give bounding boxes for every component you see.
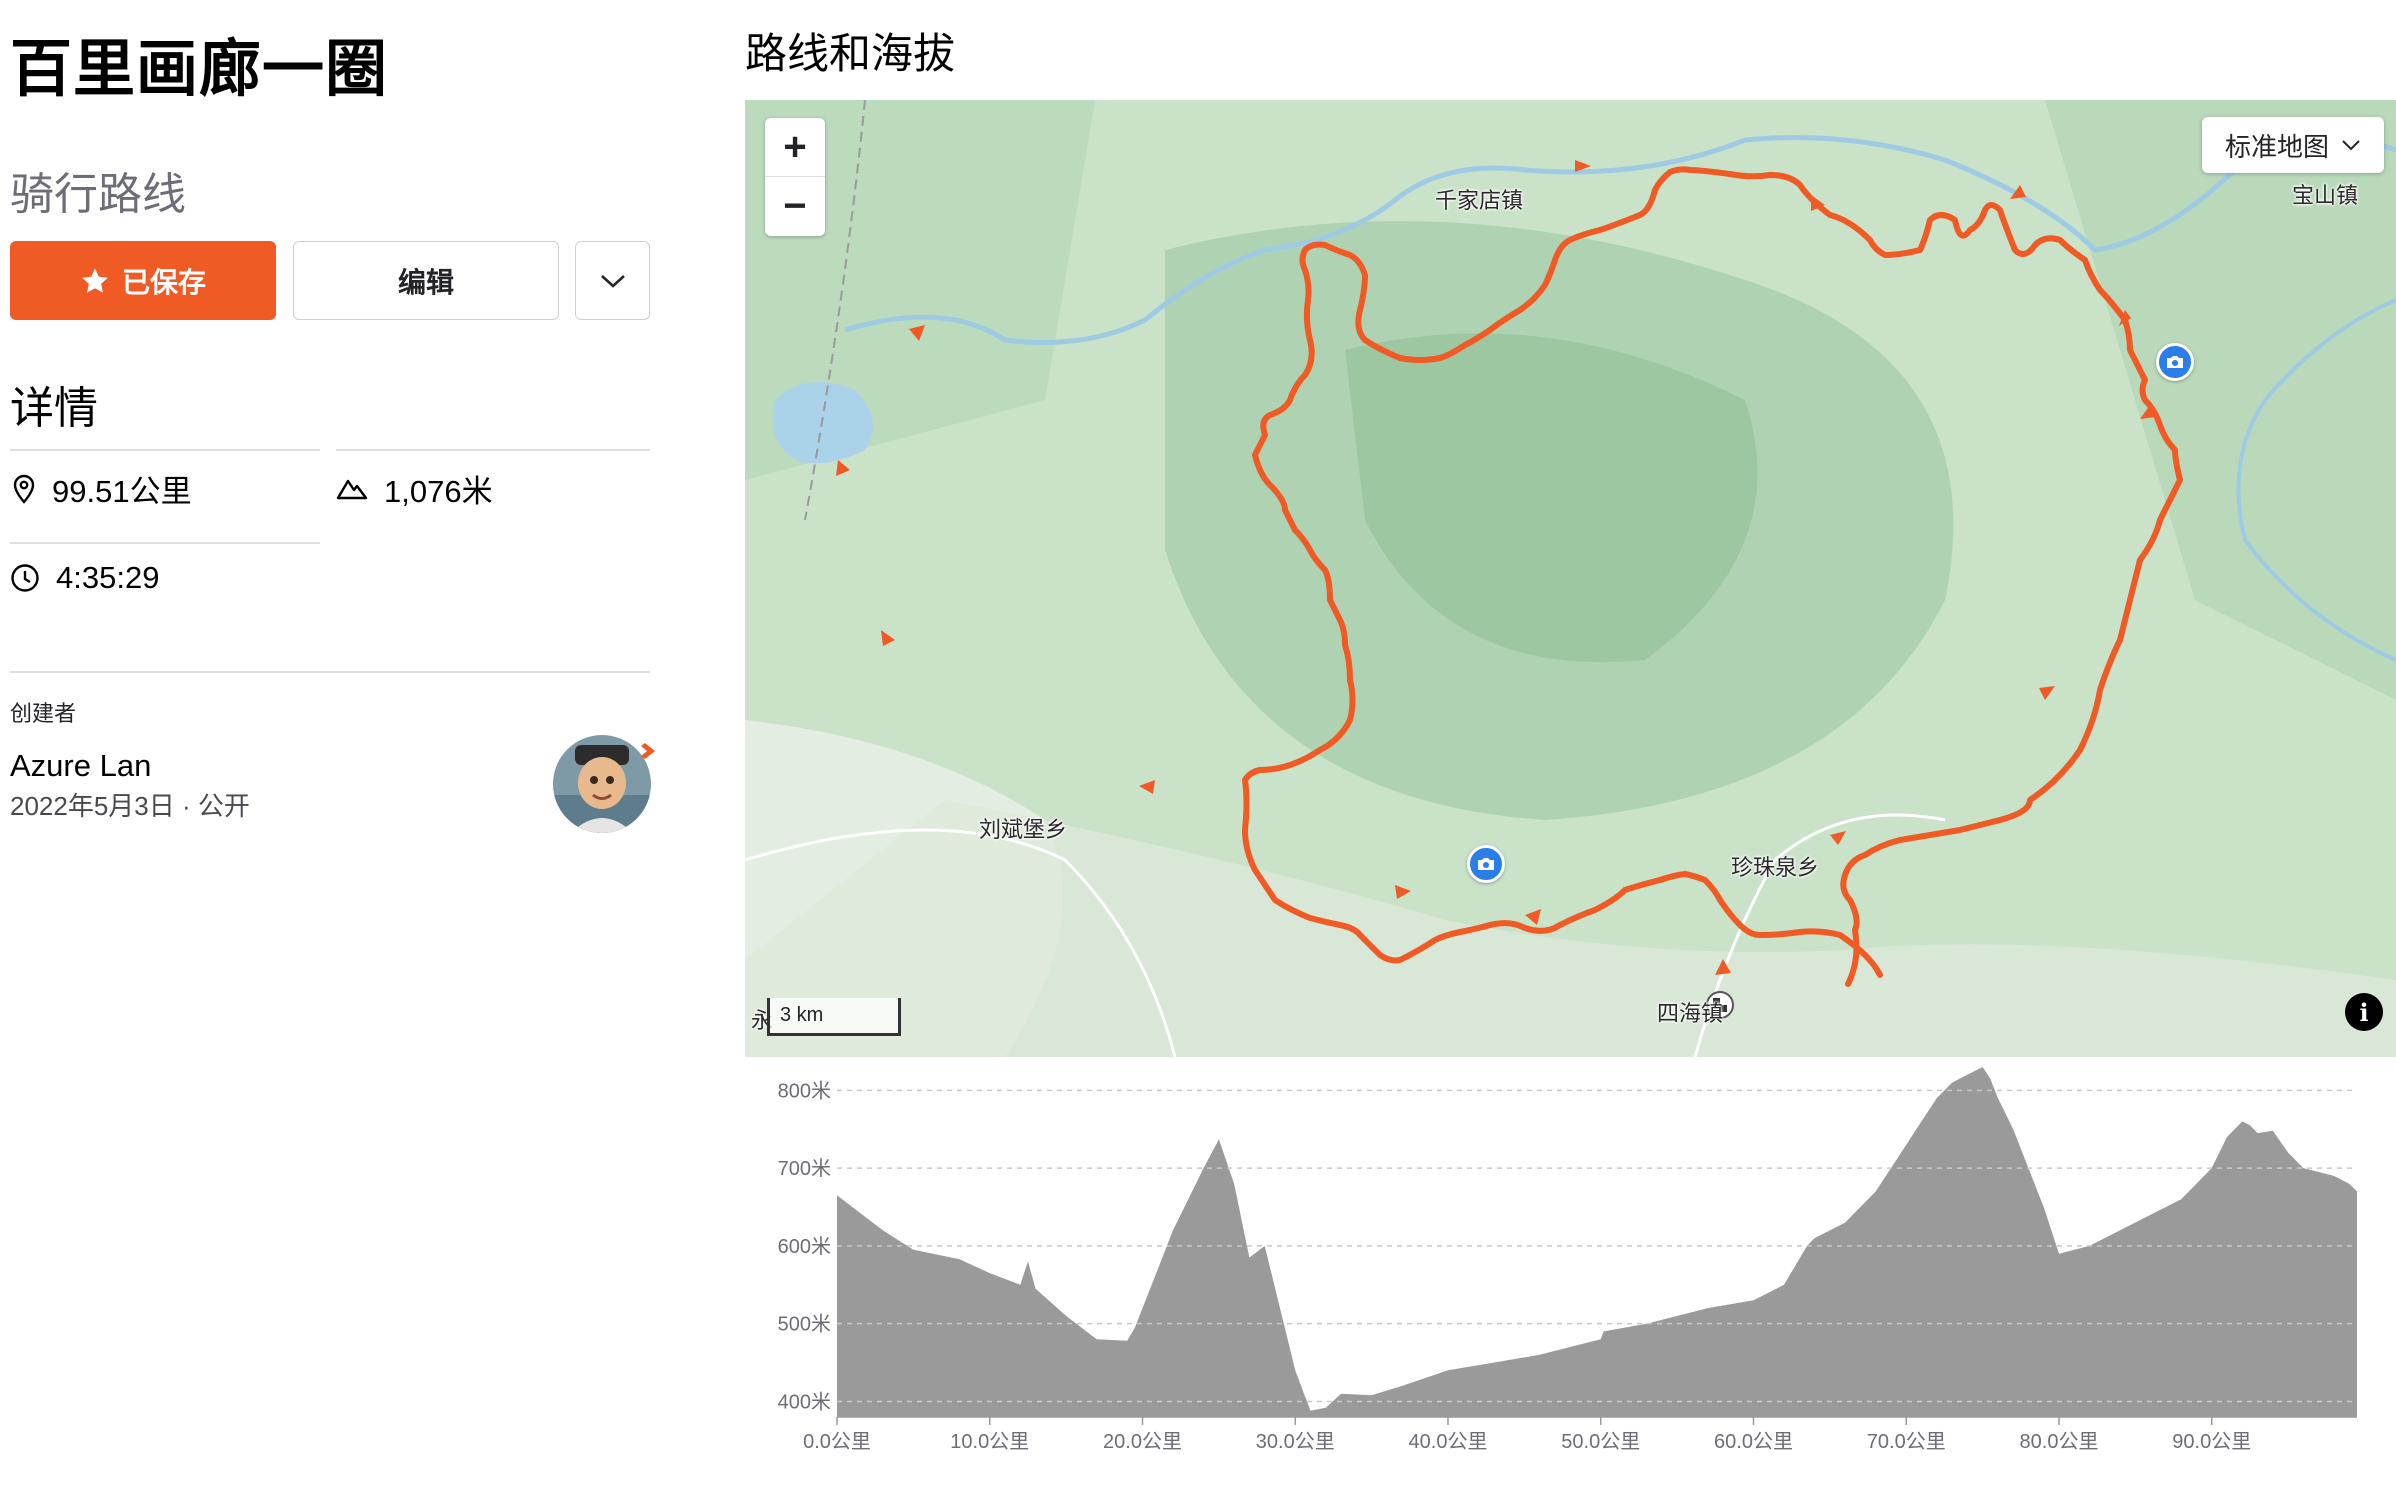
place-label: 千家店镇: [1435, 188, 1524, 213]
x-tick-label: 80.0公里: [2020, 1431, 2099, 1453]
creator-name[interactable]: Azure Lan: [10, 748, 151, 784]
divider: [10, 671, 650, 673]
x-tick-label: 70.0公里: [1867, 1431, 1946, 1453]
y-tick-label: 800米: [778, 1079, 831, 1102]
mountain-icon: [336, 479, 368, 499]
x-tick-label: 90.0公里: [2172, 1431, 2251, 1453]
route-elevation-heading: 路线和海拔: [745, 30, 956, 77]
saved-button[interactable]: 已保存: [10, 241, 276, 320]
zoom-in-button[interactable]: +: [765, 118, 825, 177]
zoom-controls: + −: [765, 118, 825, 236]
x-tick-label: 10.0公里: [950, 1431, 1029, 1453]
route-map[interactable]: + − 标准地图 千家店镇 宝山镇 刘斌堡乡 珍珠泉乡 四海镇 永 3 km i: [745, 100, 2396, 1057]
photo-marker[interactable]: [1467, 845, 1505, 883]
elevation-profile-chart[interactable]: 800米 700米 600米 500米 400米 0.0公里 10.0公里 20.0公里 30.…: [745, 1062, 2396, 1492]
avatar[interactable]: [553, 735, 655, 833]
divider: [10, 449, 320, 451]
y-tick-label: 600米: [778, 1235, 831, 1258]
chevron-down-icon: [2342, 140, 2360, 151]
x-tick-label: 40.0公里: [1409, 1431, 1488, 1453]
place-label: 刘斌堡乡: [979, 817, 1068, 842]
stat-distance: 99.51公里: [12, 466, 192, 511]
map-info-button[interactable]: i: [2345, 993, 2383, 1031]
star-icon: [82, 268, 108, 293]
time-value: 4:35:29: [56, 560, 160, 595]
location-pin-icon: [13, 474, 35, 504]
photo-marker[interactable]: [2156, 343, 2194, 381]
saved-button-label: 已保存: [121, 266, 206, 298]
place-label: 四海镇: [1657, 1001, 1724, 1026]
x-tick-label: 20.0公里: [1103, 1431, 1182, 1453]
creator-label: 创建者: [10, 701, 77, 726]
map-scale: 3 km: [767, 998, 901, 1036]
distance-value: 99.51公里: [52, 474, 192, 509]
details-heading: 详情: [10, 384, 98, 433]
chevron-down-icon: [600, 274, 625, 288]
divider: [336, 449, 650, 451]
creator-meta: 2022年5月3日 · 公开: [10, 791, 250, 821]
y-tick-label: 400米: [778, 1390, 831, 1413]
elevation-area: [837, 1067, 2357, 1417]
more-options-button[interactable]: [575, 241, 650, 320]
zoom-out-button[interactable]: −: [765, 177, 825, 236]
clock-icon: [11, 564, 39, 592]
stat-time: 4:35:29: [10, 560, 159, 596]
map-canvas[interactable]: [745, 100, 2396, 1057]
y-tick-label: 500米: [778, 1313, 831, 1336]
y-tick-label: 700米: [778, 1157, 831, 1180]
x-tick-label: 0.0公里: [803, 1431, 871, 1453]
edit-button[interactable]: 编辑: [293, 241, 559, 320]
camera-icon: [2167, 356, 2183, 368]
place-label: 宝山镇: [2292, 183, 2359, 208]
map-type-label: 标准地图: [2224, 131, 2329, 162]
route-type: 骑行路线: [10, 170, 186, 219]
edit-button-label: 编辑: [397, 266, 454, 298]
camera-icon: [1478, 858, 1494, 870]
map-type-select[interactable]: 标准地图: [2202, 117, 2384, 173]
x-tick-label: 50.0公里: [1561, 1431, 1640, 1453]
divider: [10, 542, 320, 544]
stat-elevation: 1,076米: [336, 466, 493, 511]
x-tick-label: 60.0公里: [1714, 1431, 1793, 1453]
route-title: 百里画廊一圈: [10, 35, 389, 104]
x-tick-label: 30.0公里: [1256, 1431, 1335, 1453]
elevation-value: 1,076米: [384, 474, 493, 509]
place-label: 珍珠泉乡: [1731, 855, 1820, 880]
